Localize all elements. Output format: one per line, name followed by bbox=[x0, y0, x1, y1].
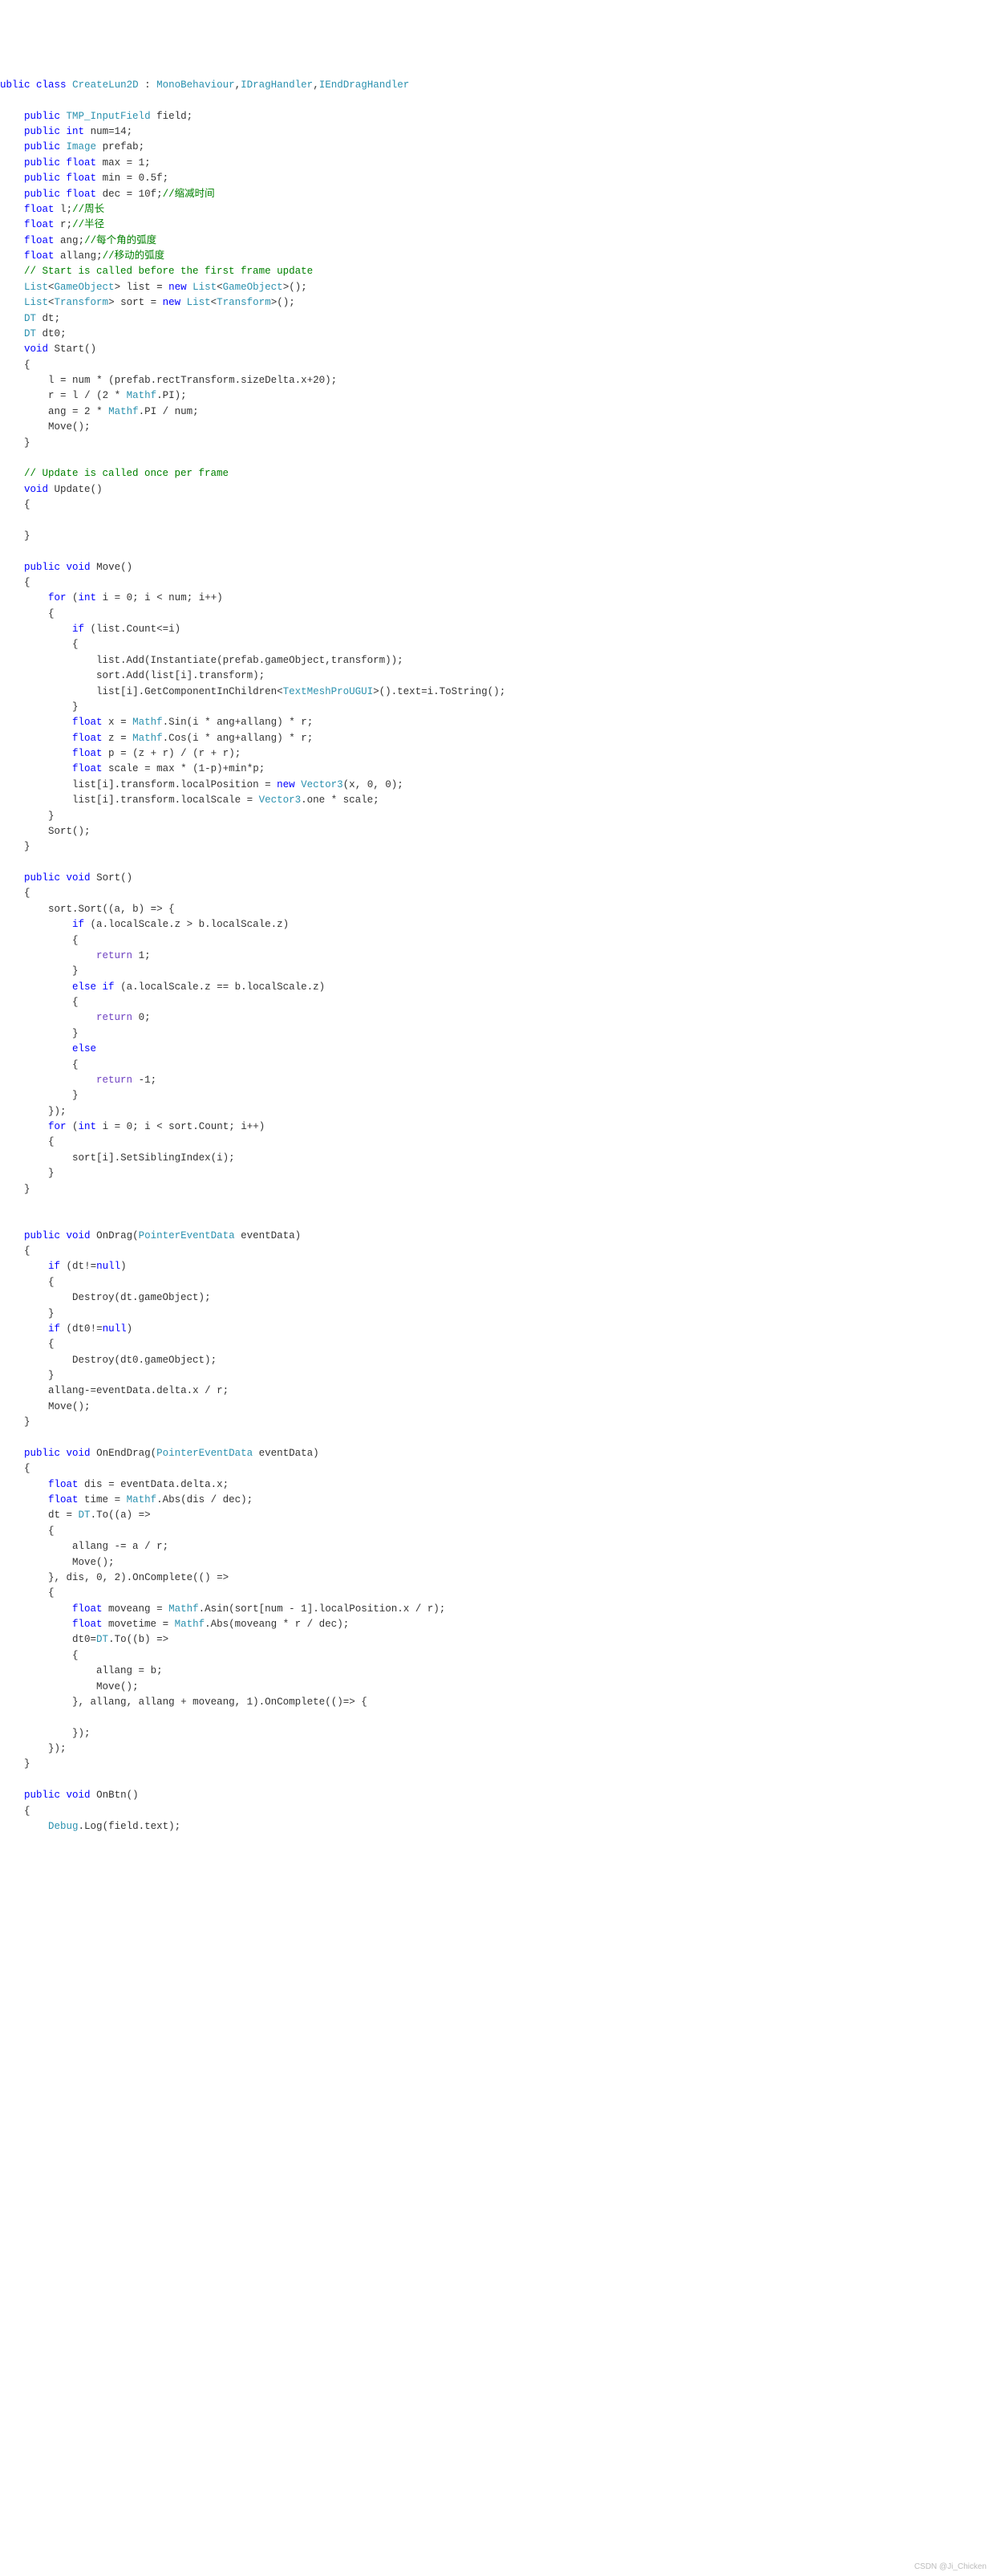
fn-sort: Sort bbox=[96, 872, 120, 884]
fn-start: Start bbox=[55, 343, 85, 355]
fn-onenddrag: OnEndDrag bbox=[96, 1448, 151, 1459]
kw-class: class bbox=[36, 79, 67, 91]
watermark: CSDN @Ji_Chicken bbox=[914, 2561, 987, 2574]
fn-update: Update bbox=[55, 484, 91, 495]
class-name: CreateLun2D bbox=[72, 79, 139, 91]
fn-ondrag: OnDrag bbox=[96, 1230, 132, 1241]
fn-onbtn: OnBtn bbox=[96, 1790, 127, 1801]
fn-move: Move bbox=[96, 562, 120, 573]
code-block: ublic class CreateLun2D : MonoBehaviour,… bbox=[0, 63, 993, 1851]
kw-public: ublic bbox=[0, 79, 30, 91]
